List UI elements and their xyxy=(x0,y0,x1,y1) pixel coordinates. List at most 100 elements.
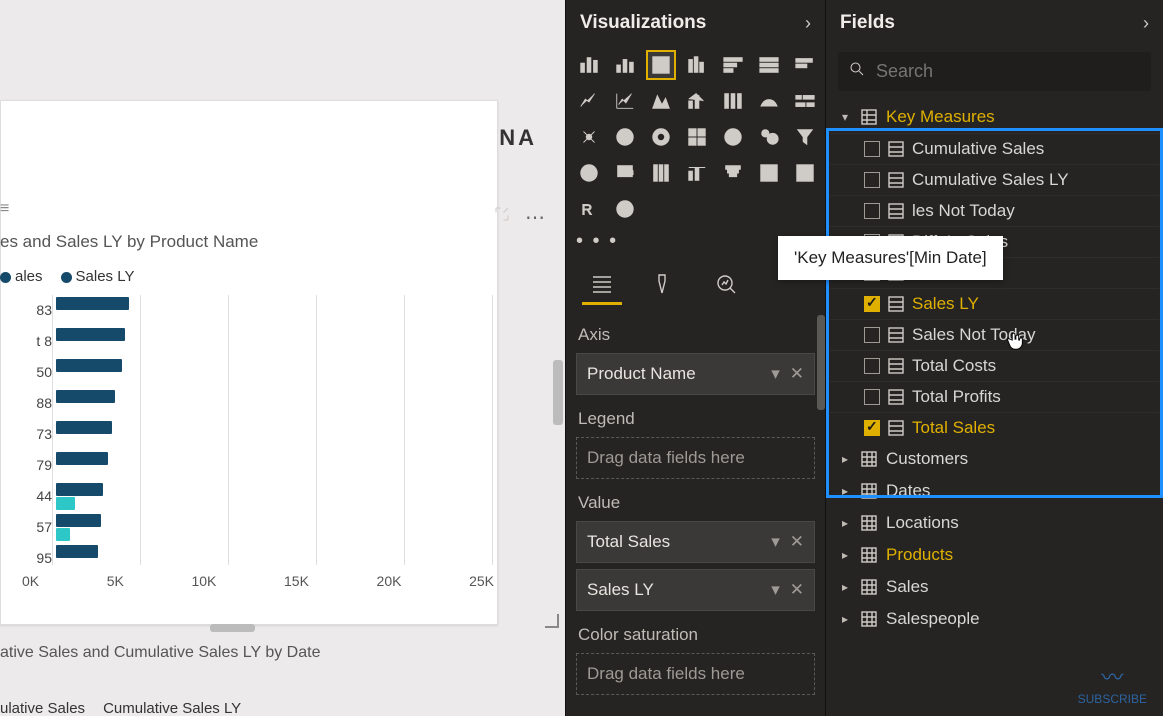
field-item[interactable]: Total Profits xyxy=(830,381,1159,412)
field-checkbox[interactable] xyxy=(864,358,880,374)
expand-icon[interactable]: ▸ xyxy=(838,516,852,530)
tab-fields[interactable] xyxy=(582,265,622,305)
bar[interactable] xyxy=(56,452,108,465)
bar-row[interactable]: t 8 xyxy=(30,326,490,356)
bar[interactable] xyxy=(56,483,103,496)
collapse-pane-icon[interactable]: › xyxy=(1143,13,1149,34)
visualization-type-icon[interactable]: R xyxy=(574,194,604,224)
search-input[interactable] xyxy=(876,61,1141,82)
visualization-type-icon[interactable] xyxy=(574,158,604,188)
focus-mode-icon[interactable] xyxy=(493,205,511,230)
visualization-type-icon[interactable] xyxy=(646,122,676,152)
visualization-type-icon[interactable] xyxy=(646,86,676,116)
field-checkbox[interactable] xyxy=(864,203,880,219)
field-checkbox[interactable] xyxy=(864,327,880,343)
field-checkbox[interactable] xyxy=(864,296,880,312)
field-item[interactable]: Cumulative Sales xyxy=(830,133,1159,164)
value-well-item[interactable]: Sales LY ▾✕ xyxy=(576,569,815,611)
table-node[interactable]: ▸Customers xyxy=(830,443,1159,475)
dropdown-icon[interactable]: ▾ xyxy=(771,364,780,384)
visualization-type-icon[interactable] xyxy=(718,158,748,188)
bar[interactable] xyxy=(56,497,75,510)
collapse-icon[interactable]: ▾ xyxy=(838,110,852,124)
bar-row[interactable]: 88 xyxy=(30,388,490,418)
visualization-type-icon[interactable] xyxy=(682,86,712,116)
expand-icon[interactable]: ▸ xyxy=(838,580,852,594)
table-node[interactable]: ▸Salespeople xyxy=(830,603,1159,635)
visualization-type-icon[interactable] xyxy=(646,158,676,188)
table-key-measures[interactable]: ▾ Key Measures xyxy=(830,101,1159,133)
visualization-type-icon[interactable] xyxy=(682,158,712,188)
horizontal-scrollbar[interactable] xyxy=(210,624,255,632)
value-well-item[interactable]: Total Sales ▾✕ xyxy=(576,521,815,563)
drag-handle-icon[interactable]: ≡ xyxy=(0,200,9,218)
remove-icon[interactable]: ✕ xyxy=(790,532,804,552)
visualization-type-icon[interactable] xyxy=(790,50,820,80)
table-node[interactable]: ▸Dates xyxy=(830,475,1159,507)
more-options-icon[interactable]: ⋯ xyxy=(525,205,545,230)
legend-well-dropzone[interactable]: Drag data fields here xyxy=(576,437,815,479)
expand-icon[interactable]: ▸ xyxy=(838,452,852,466)
bar-chart-plot[interactable]: 83t 850887379445795 0K5K10K15K20K25K xyxy=(0,295,498,595)
axis-well-item[interactable]: Product Name ▾ ✕ xyxy=(576,353,815,395)
bar-row[interactable]: 79 xyxy=(30,450,490,480)
field-item[interactable]: Cumulative Sales LY xyxy=(830,164,1159,195)
collapse-pane-icon[interactable]: › xyxy=(805,13,811,34)
bar-row[interactable]: 73 xyxy=(30,419,490,449)
visualization-type-icon[interactable] xyxy=(790,158,820,188)
bar-row[interactable]: 57 xyxy=(30,512,490,542)
tab-analytics[interactable] xyxy=(706,265,746,305)
remove-icon[interactable]: ✕ xyxy=(790,580,804,600)
bar[interactable] xyxy=(56,421,112,434)
expand-icon[interactable]: ▸ xyxy=(838,548,852,562)
wells-scrollbar[interactable] xyxy=(817,315,825,410)
bar[interactable] xyxy=(56,545,98,558)
color-well-dropzone[interactable]: Drag data fields here xyxy=(576,653,815,695)
visualization-type-icon[interactable] xyxy=(754,158,784,188)
field-checkbox[interactable] xyxy=(864,172,880,188)
visualization-type-icon[interactable]: 123 xyxy=(610,158,640,188)
visualization-type-icon[interactable] xyxy=(790,122,820,152)
table-node[interactable]: ▸Locations xyxy=(830,507,1159,539)
bar-row[interactable]: 50 xyxy=(30,357,490,387)
visualization-type-icon[interactable] xyxy=(718,86,748,116)
bar-row[interactable]: 44 xyxy=(30,481,490,511)
visualization-type-icon[interactable] xyxy=(574,50,604,80)
visualization-type-icon[interactable] xyxy=(754,86,784,116)
visualization-type-icon[interactable] xyxy=(718,122,748,152)
fields-search[interactable] xyxy=(838,52,1151,91)
bar[interactable] xyxy=(56,514,101,527)
expand-icon[interactable]: ▸ xyxy=(838,612,852,626)
visualization-type-icon[interactable] xyxy=(610,122,640,152)
field-checkbox[interactable] xyxy=(864,141,880,157)
field-item[interactable]: Sales LY xyxy=(830,288,1159,319)
table-node[interactable]: ▸Sales xyxy=(830,571,1159,603)
visualization-type-icon[interactable] xyxy=(682,122,712,152)
visualization-type-icon[interactable] xyxy=(754,122,784,152)
bar[interactable] xyxy=(56,528,70,541)
resize-handle-icon[interactable] xyxy=(545,614,559,628)
field-item[interactable]: Total Costs xyxy=(830,350,1159,381)
visualization-type-icon[interactable] xyxy=(682,50,712,80)
table-node[interactable]: ▸Products xyxy=(830,539,1159,571)
bar-row[interactable]: 83 xyxy=(30,295,490,325)
visualization-type-icon[interactable] xyxy=(610,86,640,116)
bar[interactable] xyxy=(56,297,129,310)
field-checkbox[interactable] xyxy=(864,389,880,405)
visualization-type-icon[interactable] xyxy=(646,50,676,80)
field-item[interactable]: Sales Not Today xyxy=(830,319,1159,350)
remove-icon[interactable]: ✕ xyxy=(790,364,804,384)
field-checkbox[interactable] xyxy=(864,420,880,436)
tab-format[interactable] xyxy=(644,265,684,305)
report-canvas[interactable]: ENTERPRISE DNA ≡ ⋯ es and Sales LY by Pr… xyxy=(0,0,565,716)
bar[interactable] xyxy=(56,390,115,403)
visualization-type-icon[interactable] xyxy=(574,122,604,152)
bar[interactable] xyxy=(56,359,122,372)
bar-row[interactable]: 95 xyxy=(30,543,490,573)
expand-icon[interactable]: ▸ xyxy=(838,484,852,498)
dropdown-icon[interactable]: ▾ xyxy=(771,532,780,552)
dropdown-icon[interactable]: ▾ xyxy=(771,580,780,600)
vertical-scrollbar[interactable] xyxy=(553,360,563,425)
visualization-type-icon[interactable] xyxy=(610,50,640,80)
bar[interactable] xyxy=(56,328,125,341)
